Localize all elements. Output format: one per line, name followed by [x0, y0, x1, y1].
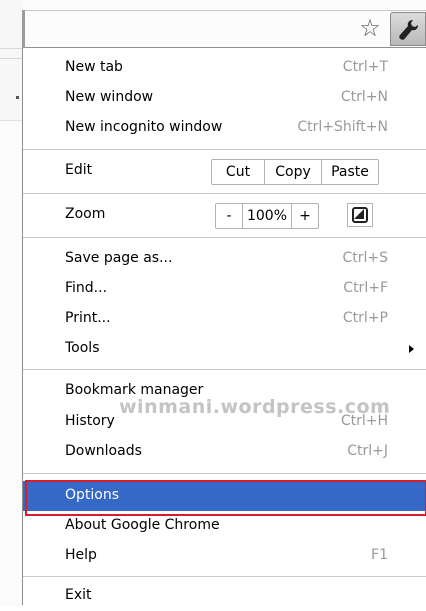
fullscreen-button[interactable]	[347, 203, 373, 227]
menu-separator	[23, 576, 426, 577]
menu-separator	[23, 193, 426, 194]
zoom-out-button[interactable]: -	[216, 204, 242, 228]
zoom-in-button[interactable]: +	[291, 204, 318, 228]
menu-item-label: Edit	[65, 162, 93, 178]
menu-item-find[interactable]: Find... Ctrl+F	[23, 274, 426, 304]
bookmark-star-button[interactable]: ☆	[356, 14, 384, 42]
menu-item-exit[interactable]: Exit	[23, 581, 426, 611]
edit-button-group: Cut Copy Paste	[211, 159, 379, 185]
menu-item-label: Tools	[65, 340, 100, 356]
menu-item-label: Options	[65, 487, 120, 503]
menu-item-label: About Google Chrome	[65, 517, 220, 533]
menu-item-label: Zoom	[65, 206, 106, 222]
zoom-level: 100%	[242, 204, 291, 228]
cut-button[interactable]: Cut	[212, 160, 264, 184]
menu-item-label: Save page as...	[65, 250, 173, 266]
fullscreen-icon-triangle	[354, 209, 364, 219]
menu-item-shortcut: Ctrl+J	[347, 443, 388, 459]
menu-item-help[interactable]: Help F1	[23, 541, 426, 571]
menu-item-shortcut: Ctrl+F	[343, 280, 388, 296]
toolbar-gutter	[22, 10, 25, 48]
menu-item-new-tab[interactable]: New tab Ctrl+T	[23, 53, 426, 83]
menu-item-save-page-as[interactable]: Save page as... Ctrl+S	[23, 244, 426, 274]
menu-item-new-incognito-window[interactable]: New incognito window Ctrl+Shift+N	[23, 113, 426, 143]
divider	[0, 48, 22, 49]
menu-item-shortcut: Ctrl+P	[342, 310, 388, 326]
menu-item-label: Print...	[65, 310, 111, 326]
menu-item-label: Downloads	[65, 443, 142, 459]
menu-separator	[23, 473, 426, 474]
menu-separator	[23, 149, 426, 150]
menu-item-label: Help	[65, 547, 97, 563]
menu-item-label: New incognito window	[65, 119, 223, 135]
menu-item-options[interactable]: Options	[23, 481, 426, 511]
menu-item-label: Exit	[65, 587, 92, 603]
menu-item-shortcut: Ctrl+S	[342, 250, 388, 266]
toolbar-border	[22, 10, 426, 11]
watermark: winmani.wordpress.com	[119, 396, 391, 418]
menu-item-downloads[interactable]: Downloads Ctrl+J	[23, 437, 426, 467]
submenu-arrow-icon	[409, 345, 414, 353]
menu-item-label: New tab	[65, 59, 123, 75]
menu-separator	[23, 237, 426, 238]
background-window-edge	[0, 0, 22, 606]
menu-item-new-window[interactable]: New window Ctrl+N	[23, 83, 426, 113]
wrench-dropdown-menu: New tab Ctrl+T New window Ctrl+N New inc…	[22, 48, 426, 605]
menu-item-shortcut: Ctrl+T	[342, 59, 388, 75]
zoom-button-group: - 100% +	[215, 203, 319, 229]
menu-item-shortcut: Ctrl+Shift+N	[297, 119, 388, 135]
menu-item-label: New window	[65, 89, 154, 105]
paste-button[interactable]: Paste	[321, 160, 378, 184]
wrench-icon	[399, 20, 418, 40]
menu-item-label: History	[65, 413, 115, 429]
menu-item-shortcut: Ctrl+N	[340, 89, 388, 105]
copy-button[interactable]: Copy	[264, 160, 321, 184]
divider	[0, 58, 22, 59]
menu-separator	[23, 369, 426, 370]
browser-toolbar: ☆	[22, 0, 426, 48]
background-pane	[0, 120, 22, 606]
menu-item-tools[interactable]: Tools	[23, 334, 426, 364]
wrench-menu-button[interactable]	[390, 12, 426, 46]
menu-item-zoom: Zoom - 100% +	[23, 200, 426, 230]
menu-item-label: Find...	[65, 280, 108, 296]
menu-item-shortcut: F1	[371, 547, 388, 563]
star-icon: ☆	[359, 14, 381, 42]
menu-item-edit: Edit Cut Copy Paste	[23, 156, 426, 186]
bullet-mark	[16, 96, 19, 99]
menu-item-print[interactable]: Print... Ctrl+P	[23, 304, 426, 334]
menu-item-about-google-chrome[interactable]: About Google Chrome	[23, 511, 426, 541]
